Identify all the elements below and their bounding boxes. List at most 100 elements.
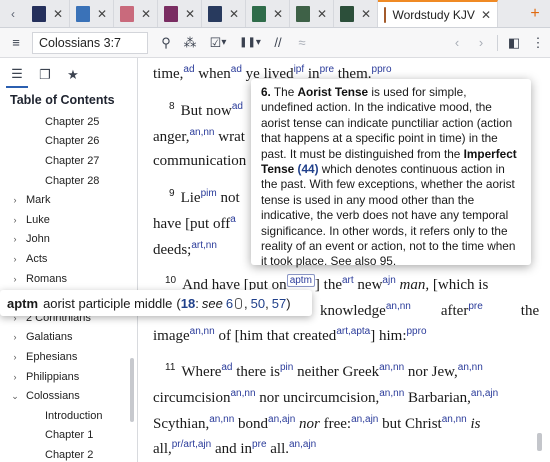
morph-tag[interactable]: ad xyxy=(232,101,243,112)
word[interactable]: all. xyxy=(267,441,289,457)
toc-chapter-item[interactable]: Chapter 26 xyxy=(0,132,137,152)
tab-3[interactable]: ✕ xyxy=(114,0,158,27)
toc-chapter-item[interactable]: Introduction xyxy=(0,406,137,426)
morph-tag[interactable]: pim xyxy=(201,188,217,199)
word[interactable]: free: xyxy=(320,416,351,432)
toc-chapter-item[interactable]: Chapter 2 xyxy=(0,445,137,462)
chevron-right-icon[interactable]: › xyxy=(0,195,22,205)
word[interactable]: nor xyxy=(295,416,320,432)
morph-tag[interactable]: an,nn xyxy=(442,414,467,425)
morph-tag[interactable]: art,nn xyxy=(191,240,217,251)
morph-tag[interactable]: ppro xyxy=(406,326,426,337)
close-icon[interactable]: ✕ xyxy=(53,8,63,20)
toc-book-item[interactable]: › Luke xyxy=(0,210,137,230)
morph-tag[interactable]: art xyxy=(342,275,354,286)
word[interactable]: new xyxy=(354,277,382,293)
chevron-right-icon[interactable]: › xyxy=(0,234,22,244)
interlinear-button[interactable]: // xyxy=(266,32,290,54)
parse-ref-link[interactable]: 50 xyxy=(251,296,265,311)
word[interactable]: But now xyxy=(181,103,232,119)
word[interactable]: Where xyxy=(181,364,221,380)
word[interactable]: but Christ xyxy=(378,416,442,432)
tab-1[interactable]: ✕ xyxy=(26,0,70,27)
chevron-down-icon[interactable]: ⌄ xyxy=(0,391,22,402)
close-icon[interactable]: ✕ xyxy=(185,8,195,20)
toc-tab[interactable]: ☰ xyxy=(6,62,28,88)
morph-tag[interactable]: pre xyxy=(320,64,334,75)
chevron-right-icon[interactable]: › xyxy=(0,215,22,225)
morph-tag[interactable]: an,nn xyxy=(230,388,255,399)
word[interactable]: when xyxy=(195,66,231,82)
chevron-right-icon[interactable]: › xyxy=(0,274,22,284)
word[interactable]: wrat xyxy=(215,129,245,145)
morph-tag[interactable]: an,ajn xyxy=(289,439,316,450)
toc-chapter-item[interactable]: Chapter 27 xyxy=(0,151,137,171)
close-icon[interactable]: ✕ xyxy=(481,9,491,21)
morph-tag[interactable]: ad xyxy=(231,64,242,75)
toc-book-item[interactable]: › Philippians xyxy=(0,367,137,387)
morph-tag[interactable]: ppro xyxy=(372,64,392,75)
word[interactable]: image xyxy=(153,328,190,344)
close-icon[interactable]: ✕ xyxy=(229,8,239,20)
forward-button[interactable]: › xyxy=(469,32,493,54)
toc-book-item[interactable]: › Mark xyxy=(0,190,137,210)
reading-scrollbar[interactable] xyxy=(537,433,542,451)
word[interactable]: deeds; xyxy=(153,242,191,258)
word[interactable]: ] the xyxy=(315,277,342,293)
sidebar-scrollbar[interactable] xyxy=(130,358,134,422)
morph-tag[interactable]: ajn xyxy=(382,275,395,286)
word[interactable]: man, xyxy=(396,277,430,293)
word[interactable]: communication xyxy=(153,153,246,169)
layout-button[interactable]: ◧ xyxy=(502,32,526,54)
toc-chapter-item[interactable]: Chapter 1 xyxy=(0,426,137,446)
close-icon[interactable]: ✕ xyxy=(361,8,371,20)
morph-tag[interactable]: an,ajn xyxy=(471,388,498,399)
toc-chapter-item[interactable]: Chapter 28 xyxy=(0,171,137,191)
morph-tag[interactable]: pin xyxy=(280,362,293,373)
verse-number[interactable]: 8 xyxy=(169,101,175,112)
word[interactable]: there is xyxy=(232,364,280,380)
morph-tag[interactable]: ad xyxy=(183,64,194,75)
word[interactable]: time, xyxy=(153,66,183,82)
word[interactable]: circumcision xyxy=(153,390,230,406)
verse-number[interactable]: 10 xyxy=(165,275,176,286)
reference-input[interactable] xyxy=(32,31,148,54)
word[interactable]: nor Jew, xyxy=(404,364,458,380)
word[interactable]: Lie xyxy=(181,190,201,206)
toc-book-item[interactable]: › John xyxy=(0,230,137,250)
close-icon[interactable]: ✕ xyxy=(141,8,151,20)
chevron-right-icon[interactable]: › xyxy=(0,352,22,362)
morph-tag[interactable]: an,nn xyxy=(379,362,404,373)
morph-tag[interactable]: an,nn xyxy=(209,414,234,425)
morph-tag[interactable]: a xyxy=(230,214,236,225)
favorites-tab[interactable]: ★ xyxy=(62,62,84,88)
chevron-right-icon[interactable]: › xyxy=(0,254,22,264)
word[interactable]: Scythian, xyxy=(153,416,209,432)
verse-number[interactable]: 11 xyxy=(165,362,175,373)
word[interactable]: nor uncircumcision, xyxy=(256,390,379,406)
word[interactable]: knowledge xyxy=(320,303,386,319)
word[interactable]: the xyxy=(521,303,539,319)
parse-ref-number[interactable]: 18 xyxy=(181,296,195,311)
parse-ref-link[interactable]: 6 xyxy=(226,296,233,311)
tab-8[interactable]: ✕ xyxy=(334,0,378,27)
morph-tag[interactable]: an,nn xyxy=(379,388,404,399)
toc-book-item[interactable]: › Ephesians xyxy=(0,347,137,367)
parse-ref-link[interactable]: 57 xyxy=(272,296,286,311)
word[interactable]: ] him: xyxy=(370,328,406,344)
tab-wordstudy-kjv[interactable]: Wordstudy KJV ✕ xyxy=(378,0,498,27)
word[interactable]: of [him that created xyxy=(215,328,336,344)
morph-tag[interactable]: an,ajn xyxy=(268,414,295,425)
visual-filter-button[interactable]: ⁂ xyxy=(178,32,202,54)
tab-5[interactable]: ✕ xyxy=(202,0,246,27)
morph-tag[interactable]: an,nn xyxy=(189,127,214,138)
toc-book-item[interactable]: › Acts xyxy=(0,249,137,269)
menu-button[interactable]: ≡ xyxy=(4,32,28,54)
chevron-right-icon[interactable]: › xyxy=(0,332,22,342)
tab-4[interactable]: ✕ xyxy=(158,0,202,27)
morph-tag[interactable]: an,nn xyxy=(458,362,483,373)
tab-scroll-left-button[interactable]: ‹ xyxy=(0,0,26,27)
morph-tag[interactable]: ad xyxy=(221,362,232,373)
close-icon[interactable]: ✕ xyxy=(97,8,107,20)
word[interactable]: bond xyxy=(234,416,268,432)
